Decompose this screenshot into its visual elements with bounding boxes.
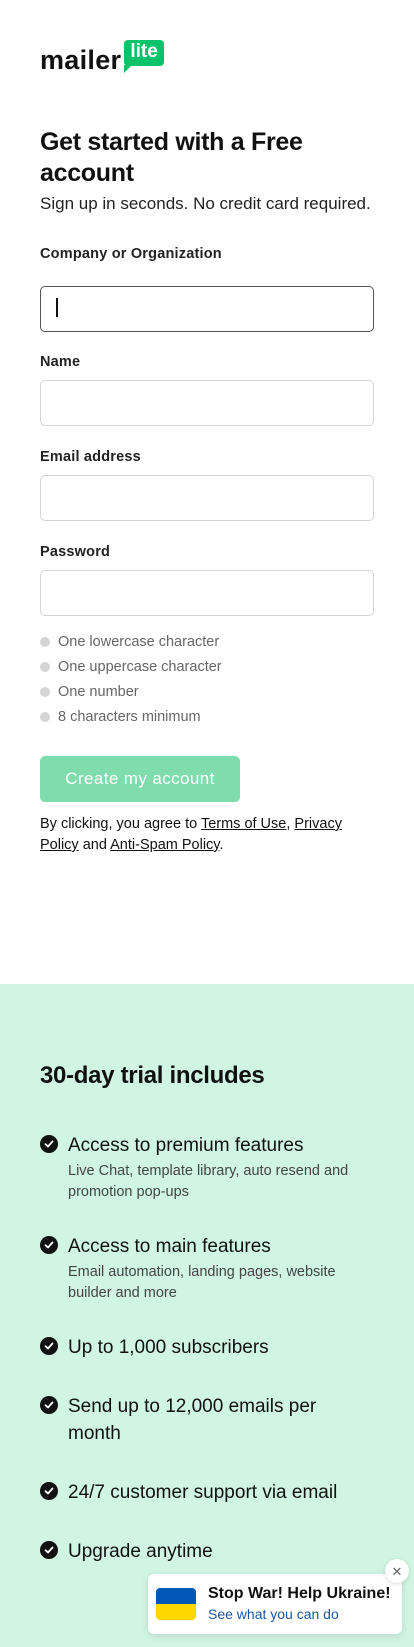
page-subtitle: Sign up in seconds. No credit card requi… bbox=[40, 194, 371, 213]
feature-title: Access to premium features bbox=[68, 1135, 304, 1156]
text-cursor bbox=[56, 298, 58, 317]
password-rule: 8 characters minimum bbox=[40, 704, 222, 729]
rule-status-icon bbox=[40, 636, 50, 647]
logo-wordmark: mailer bbox=[40, 45, 122, 75]
close-icon[interactable]: ✕ bbox=[385, 1559, 409, 1583]
password-label: Password bbox=[40, 544, 111, 560]
check-circle-icon bbox=[40, 1236, 58, 1254]
trial-section: 30-day trial includes Access to premium … bbox=[0, 984, 414, 1647]
feature-description: Live Chat, template library, auto resend… bbox=[68, 1163, 349, 1200]
feature-title: Upgrade anytime bbox=[68, 1541, 213, 1562]
feature-title: Send up to 12,000 emails per month bbox=[68, 1396, 317, 1444]
check-circle-icon bbox=[40, 1396, 58, 1414]
email-label: Email address bbox=[40, 449, 141, 465]
create-account-button[interactable]: Create my account bbox=[40, 756, 240, 802]
ukraine-banner[interactable]: Stop War! Help Ukraine! See what you can… bbox=[148, 1574, 402, 1634]
logo-lite-badge: lite bbox=[124, 40, 164, 73]
feature-item: Access to main features Email automation… bbox=[40, 1233, 370, 1304]
name-label: Name bbox=[40, 354, 81, 370]
ukraine-flag-icon bbox=[156, 1588, 196, 1620]
check-circle-icon bbox=[40, 1482, 58, 1500]
company-input[interactable] bbox=[40, 286, 374, 332]
terms-of-use-link[interactable]: Terms of Use bbox=[201, 816, 286, 832]
legal-notice: By clicking, you agree to Terms of Use, … bbox=[40, 816, 342, 853]
password-rule: One uppercase character bbox=[40, 654, 222, 679]
password-requirements: One lowercase character One uppercase ch… bbox=[40, 629, 222, 729]
feature-item: 24/7 customer support via email bbox=[40, 1479, 370, 1506]
feature-title: Access to main features bbox=[68, 1236, 271, 1257]
feature-item: Access to premium features Live Chat, te… bbox=[40, 1132, 370, 1203]
rule-status-icon bbox=[40, 711, 50, 722]
password-input[interactable] bbox=[40, 570, 374, 616]
email-input[interactable] bbox=[40, 475, 374, 521]
feature-item: Upgrade anytime bbox=[40, 1538, 370, 1565]
rule-status-icon bbox=[40, 686, 50, 697]
feature-item: Send up to 12,000 emails per month bbox=[40, 1393, 370, 1447]
feature-item: Up to 1,000 subscribers bbox=[40, 1334, 370, 1361]
feature-description: Email automation, landing pages, website… bbox=[68, 1264, 336, 1301]
check-circle-icon bbox=[40, 1337, 58, 1355]
anti-spam-policy-link[interactable]: Anti-Spam Policy bbox=[110, 837, 219, 853]
mailerlite-logo[interactable]: mailer lite bbox=[40, 40, 164, 74]
check-circle-icon bbox=[40, 1135, 58, 1153]
trial-title: 30-day trial includes bbox=[40, 1062, 265, 1089]
name-input[interactable] bbox=[40, 380, 374, 426]
check-circle-icon bbox=[40, 1541, 58, 1559]
company-label: Company or Organization bbox=[40, 246, 222, 262]
password-rule: One number bbox=[40, 679, 222, 704]
banner-link[interactable]: See what you can do bbox=[208, 1604, 391, 1624]
page-title: Get started with a Free account bbox=[40, 128, 303, 187]
rule-status-icon bbox=[40, 661, 50, 672]
banner-title: Stop War! Help Ukraine! bbox=[208, 1585, 391, 1602]
password-rule: One lowercase character bbox=[40, 629, 222, 654]
feature-title: 24/7 customer support via email bbox=[68, 1482, 338, 1503]
feature-title: Up to 1,000 subscribers bbox=[68, 1337, 269, 1358]
